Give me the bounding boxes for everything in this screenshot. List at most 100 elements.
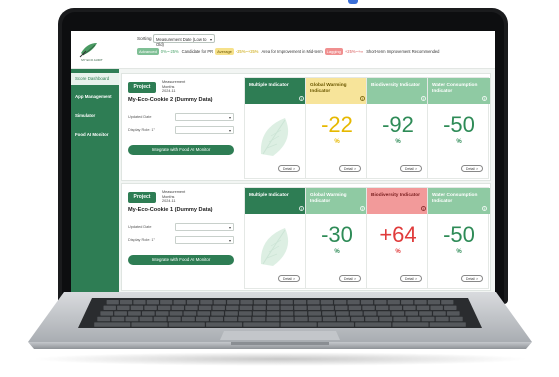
sidebar-item-food-ai-monitor[interactable]: Food AI Monitor bbox=[71, 129, 119, 141]
keyboard-key bbox=[169, 311, 183, 316]
indicator-score: -92 bbox=[382, 112, 414, 137]
indicator-score: -30 bbox=[321, 222, 353, 247]
keyboard-key bbox=[213, 300, 226, 305]
indicator-title: Global Warming Indicator bbox=[310, 193, 347, 204]
indicator-card: Multiple Indicator i Detail > bbox=[244, 77, 307, 179]
detail-button[interactable]: Detail > bbox=[278, 165, 300, 172]
keyboard-key bbox=[168, 322, 205, 327]
sidebar-item-app-management[interactable]: App Management bbox=[71, 91, 119, 103]
leaf-icon bbox=[260, 118, 289, 156]
keyboard-key bbox=[401, 300, 414, 305]
keyboard-key bbox=[403, 305, 416, 310]
indicator-title: Water Consumption Indicator bbox=[432, 193, 478, 204]
project-info: Project Measurement Months 2024.11 My-Ec… bbox=[128, 190, 238, 287]
detail-button[interactable]: Detail > bbox=[400, 165, 422, 172]
keyboard-key bbox=[139, 316, 153, 322]
info-icon[interactable]: i bbox=[299, 206, 304, 211]
keyboard-key bbox=[146, 300, 159, 305]
info-icon[interactable]: i bbox=[482, 96, 487, 101]
score-legend: Advanced 0%~-25% Candidate for PR Averag… bbox=[137, 47, 439, 56]
sidebar-item-simulator[interactable]: Simulator bbox=[71, 110, 119, 122]
measurement-info: Measurement Months 2024.11 bbox=[162, 190, 222, 204]
indicator-percent: % bbox=[334, 139, 340, 145]
keyboard-key bbox=[224, 316, 238, 322]
keyboard-key bbox=[210, 316, 223, 322]
integrate-food-ai-button[interactable]: Integrate with Food AI Monitor bbox=[128, 255, 234, 265]
keyboard-key bbox=[308, 311, 321, 316]
sort-label: Sorting bbox=[137, 36, 152, 41]
detail-button[interactable]: Detail > bbox=[400, 275, 422, 282]
legend-average-text: Area for Improvement in Mid-term bbox=[261, 49, 323, 54]
keyboard-key bbox=[321, 305, 334, 310]
project-button[interactable]: Project bbox=[128, 192, 156, 203]
keyboard-key bbox=[181, 316, 195, 322]
info-icon[interactable]: i bbox=[421, 96, 426, 101]
chevron-down-icon: ▾ bbox=[228, 114, 231, 120]
indicator-header: Biodiversity Indicator i bbox=[367, 78, 429, 104]
info-icon[interactable]: i bbox=[421, 206, 426, 211]
indicator-card: Biodiversity Indicator i +64 % Detail > bbox=[366, 187, 429, 289]
keyboard-key bbox=[131, 322, 168, 327]
keyboard-key bbox=[266, 305, 280, 310]
indicator-score: -22 bbox=[321, 112, 353, 137]
updated-date-select[interactable]: ▾ bbox=[175, 113, 234, 121]
keyboard-key bbox=[103, 305, 116, 310]
indicator-card: Global Warming Indicator i -30 % Detail … bbox=[305, 187, 368, 289]
keyboard-key bbox=[141, 311, 155, 316]
detail-button[interactable]: Detail > bbox=[339, 165, 361, 172]
sidebar-item-score-dashboard[interactable]: Score Dashboard bbox=[71, 73, 119, 85]
keyboard-key bbox=[196, 316, 209, 322]
keyboard-key bbox=[374, 300, 387, 305]
keyboard-key bbox=[446, 311, 460, 316]
detail-button[interactable]: Detail > bbox=[461, 275, 483, 282]
keyboard-key bbox=[308, 316, 322, 322]
info-icon[interactable]: i bbox=[482, 206, 487, 211]
chevron-down-icon: ▾ bbox=[228, 224, 231, 230]
keyboard-key bbox=[240, 300, 253, 305]
indicator-header: Multiple Indicator i bbox=[245, 78, 307, 104]
detail-button[interactable]: Detail > bbox=[278, 275, 300, 282]
indicator-title: Biodiversity Indicator bbox=[371, 83, 421, 88]
indicator-card: Multiple Indicator i Detail > bbox=[244, 187, 307, 289]
keyboard-key bbox=[392, 322, 429, 327]
keyboard-key bbox=[252, 311, 266, 316]
detail-button[interactable]: Detail > bbox=[339, 275, 361, 282]
keyboard-key bbox=[363, 311, 377, 316]
keyboard-key bbox=[449, 316, 463, 322]
indicator-card: Water Consumption Indicator i -50 % Deta… bbox=[427, 187, 490, 289]
keyboard-key bbox=[280, 322, 317, 327]
keyboard-key bbox=[393, 316, 407, 322]
integrate-food-ai-button[interactable]: Integrate with Food AI Monitor bbox=[128, 145, 234, 155]
project-button[interactable]: Project bbox=[128, 82, 156, 93]
keyboard-key bbox=[294, 311, 308, 316]
indicator-card: Biodiversity Indicator i -92 % Detail > bbox=[366, 77, 429, 179]
chevron-down-icon: ▾ bbox=[228, 237, 231, 243]
sort-select[interactable]: Measurement Date (Low to Old) ▾ bbox=[153, 34, 215, 47]
updated-date-select[interactable]: ▾ bbox=[175, 223, 234, 231]
info-icon[interactable]: i bbox=[360, 96, 365, 101]
display-role-select[interactable]: ▾ bbox=[175, 236, 234, 244]
indicator-title: Multiple Indicator bbox=[249, 193, 289, 198]
keyboard-key bbox=[171, 305, 185, 310]
keyboard-key bbox=[348, 305, 362, 310]
indicator-percent: % bbox=[334, 249, 340, 255]
detail-button[interactable]: Detail > bbox=[461, 165, 483, 172]
legend-lagging-range: +25%~+∞ bbox=[344, 49, 364, 54]
keyboard-key bbox=[433, 311, 446, 316]
legend-advanced-chip: Advanced bbox=[137, 48, 159, 55]
indicator-header: Global Warming Indicator i bbox=[306, 188, 368, 214]
chevron-down-icon: ▾ bbox=[228, 127, 231, 133]
info-icon[interactable]: i bbox=[360, 206, 365, 211]
laptop-keyboard-deck bbox=[28, 292, 532, 349]
updated-date-label: Updated Date bbox=[128, 225, 152, 229]
display-role-select[interactable]: ▾ bbox=[175, 126, 234, 134]
keyboard-key bbox=[375, 305, 389, 310]
info-icon[interactable]: i bbox=[299, 96, 304, 101]
keyboard-key bbox=[130, 305, 144, 310]
project-info: Project Measurement Months 2024.11 My-Ec… bbox=[128, 80, 238, 177]
keyboard-key bbox=[334, 300, 347, 305]
keyboard-key bbox=[186, 300, 200, 305]
keyboard-key bbox=[252, 316, 266, 322]
keyboard-key bbox=[379, 316, 393, 322]
keyboard-key bbox=[362, 305, 375, 310]
